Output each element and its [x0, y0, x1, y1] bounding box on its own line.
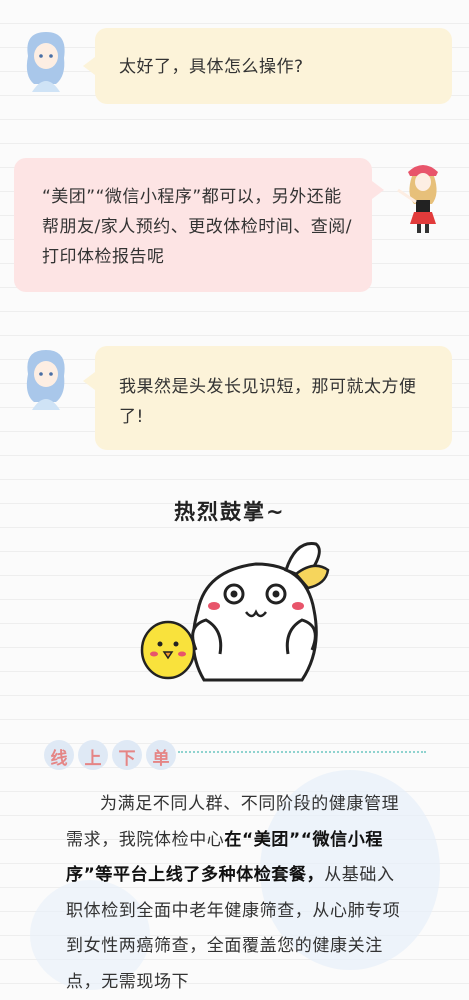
chat-bubble-2: “美团”“微信小程序”都可以，另外还能帮朋友/家人预约、更改体检时间、查阅/打印… — [14, 158, 372, 292]
section-divider — [178, 751, 426, 753]
applause-sticker — [136, 530, 336, 694]
heading-char-badge: 线 — [44, 740, 74, 770]
chat-message-text: 我果然是头发长见识短，那可就太方便了! — [119, 377, 417, 427]
heading-char-badge: 单 — [146, 740, 176, 770]
chat-message-text: 太好了，具体怎么操作? — [119, 57, 304, 77]
sticker-caption: 热烈鼓掌~ — [174, 500, 286, 524]
bubble-tail — [372, 181, 384, 199]
avatar-blue-girl — [16, 344, 74, 412]
heading-char-badge: 上 — [78, 740, 108, 770]
chat-bubble-1: 太好了，具体怎么操作? — [95, 28, 452, 104]
avatar-red-hat-girl — [392, 154, 454, 234]
avatar-blue-girl — [16, 26, 74, 94]
bubble-tail — [83, 57, 95, 75]
bubble-tail — [83, 372, 95, 390]
body-paragraph: 为满足不同人群、不同阶段的健康管理需求，我院体检中心在“美团”“微信小程序”等平… — [66, 787, 411, 1000]
chat-message-text: “美团”“微信小程序”都可以，另外还能帮朋友/家人预约、更改体检时间、查阅/打印… — [42, 187, 352, 267]
heading-char-badge: 下 — [112, 740, 142, 770]
chat-bubble-3: 我果然是头发长见识短，那可就太方便了! — [95, 346, 452, 450]
